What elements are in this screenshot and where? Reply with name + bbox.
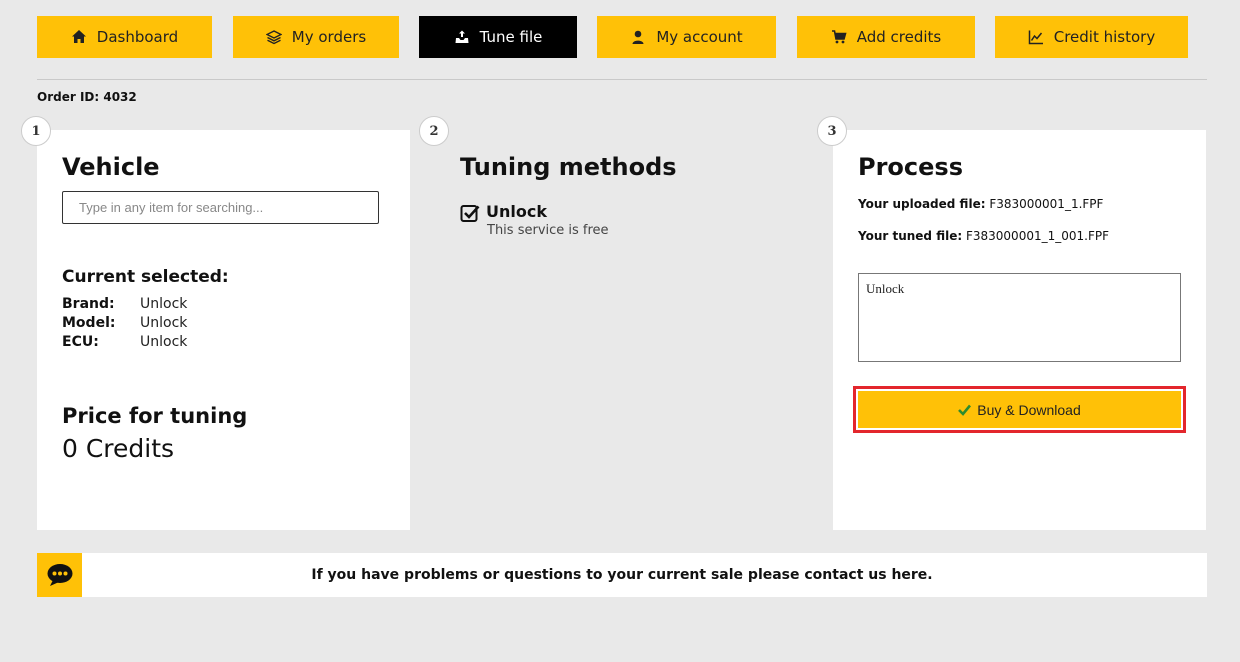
tune-icon: [455, 30, 469, 43]
ecu-row: ECU: Unlock: [62, 334, 187, 350]
current-selected-title: Current selected:: [62, 267, 229, 287]
model-value: Unlock: [140, 315, 188, 331]
step-badge-2: 2: [419, 116, 449, 146]
buy-download-button[interactable]: Buy & Download: [858, 391, 1181, 428]
cart-icon: [831, 30, 847, 44]
home-icon: [71, 30, 86, 43]
uploaded-file-label: Your uploaded file:: [858, 197, 986, 211]
nav-tune-file-button[interactable]: Tune file: [419, 16, 577, 58]
uploaded-file-value: F383000001_1.FPF: [989, 197, 1104, 211]
model-key: Model:: [62, 315, 116, 331]
buy-download-label: Buy & Download: [977, 401, 1081, 418]
method-name: Unlock: [486, 202, 547, 221]
buy-button-highlight: Buy & Download: [853, 386, 1186, 433]
contact-bar[interactable]: If you have problems or questions to you…: [37, 553, 1207, 597]
check-icon: [958, 404, 972, 416]
price-title: Price for tuning: [62, 404, 248, 428]
vehicle-title: Vehicle: [62, 153, 160, 181]
user-icon: [632, 30, 644, 44]
process-panel: Process Your uploaded file: F383000001_1…: [833, 130, 1206, 530]
uploaded-file-line: Your uploaded file: F383000001_1.FPF: [858, 197, 1103, 211]
tuning-methods-title: Tuning methods: [460, 153, 677, 181]
process-title: Process: [858, 153, 963, 181]
brand-value: Unlock: [140, 296, 188, 312]
chart-icon: [1028, 30, 1043, 45]
brand-row: Brand: Unlock: [62, 296, 187, 312]
layers-icon: [265, 30, 282, 45]
tuned-file-line: Your tuned file: F383000001_1_001.FPF: [858, 229, 1109, 243]
tuned-file-label: Your tuned file:: [858, 229, 963, 243]
nav-divider: [37, 79, 1207, 80]
contact-link[interactable]: If you have problems or questions to you…: [82, 567, 1207, 583]
order-id: Order ID: 4032: [37, 90, 137, 104]
ecu-value: Unlock: [140, 334, 188, 350]
nav-my-account-label: My account: [656, 28, 743, 46]
contact-icon-box: [37, 553, 82, 597]
model-row: Model: Unlock: [62, 315, 187, 331]
nav-credit-history-button[interactable]: Credit history: [995, 16, 1188, 58]
method-unlock[interactable]: Unlock: [460, 202, 547, 223]
step-badge-1: 1: [21, 116, 51, 146]
nav-my-account-button[interactable]: My account: [597, 16, 776, 58]
nav-add-credits-button[interactable]: Add credits: [797, 16, 975, 58]
nav-my-orders-label: My orders: [291, 28, 367, 46]
vehicle-panel: Vehicle Current selected: Brand: Unlock …: [37, 130, 410, 530]
vehicle-search-input[interactable]: [62, 191, 379, 224]
checkbox-checked-icon[interactable]: [460, 203, 480, 223]
nav-dashboard-label: Dashboard: [96, 28, 179, 46]
nav-tune-file-label: Tune file: [479, 28, 543, 46]
step-badge-3: 3: [817, 116, 847, 146]
price-value: 0 Credits: [62, 434, 175, 463]
tuned-file-value: F383000001_1_001.FPF: [965, 229, 1109, 243]
process-notes-textarea[interactable]: Unlock: [858, 273, 1181, 362]
method-description: This service is free: [487, 223, 609, 238]
ecu-key: ECU:: [62, 334, 99, 350]
nav-credit-history-label: Credit history: [1053, 28, 1156, 46]
nav-dashboard-button[interactable]: Dashboard: [37, 16, 212, 58]
nav-my-orders-button[interactable]: My orders: [233, 16, 399, 58]
brand-key: Brand:: [62, 296, 115, 312]
chat-bubble-icon: [47, 564, 72, 586]
nav-add-credits-label: Add credits: [856, 28, 942, 46]
